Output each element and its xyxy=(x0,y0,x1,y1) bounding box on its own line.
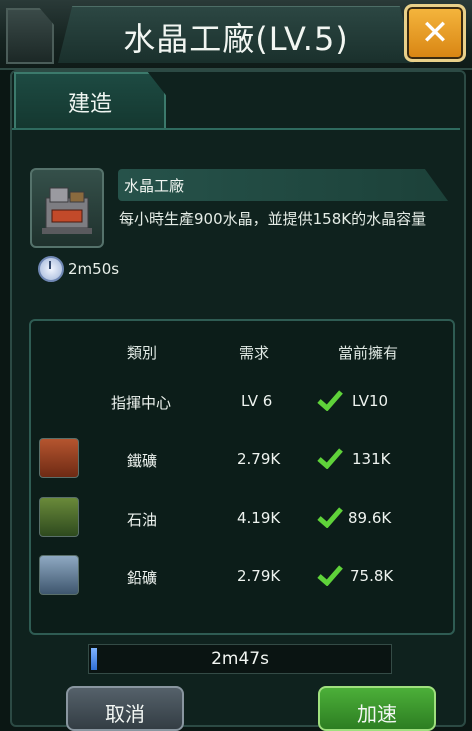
row-label: 鐵礦 xyxy=(127,452,158,470)
check-icon xyxy=(317,390,343,411)
header-required: 需求 xyxy=(239,344,270,362)
tab-build[interactable]: 建造 xyxy=(14,72,166,130)
row-label: 指揮中心 xyxy=(111,394,172,412)
tab-divider xyxy=(12,128,460,130)
check-icon xyxy=(317,507,343,528)
row-required: LV 6 xyxy=(241,392,273,410)
title-bar: 水晶工廠(LV.5) ✕ xyxy=(0,0,472,70)
close-button[interactable]: ✕ xyxy=(404,4,466,62)
check-icon xyxy=(317,448,343,469)
building-description: 每小時生產900水晶，並提供158K的水晶容量 xyxy=(119,210,427,228)
row-label: 鉛礦 xyxy=(127,569,158,587)
crystal-factory-icon xyxy=(30,168,104,248)
lead-ore-icon xyxy=(39,555,79,595)
build-time: 2m50s xyxy=(68,260,120,278)
iron-ore-icon xyxy=(39,438,79,478)
requirements-table xyxy=(29,319,455,635)
building-name: 水晶工廠 xyxy=(124,177,185,195)
speedup-button[interactable]: 加速 xyxy=(318,686,436,731)
progress-time: 2m47s xyxy=(211,649,269,669)
row-current: LV10 xyxy=(352,392,389,410)
row-required: 2.79K xyxy=(237,567,281,585)
row-required: 2.79K xyxy=(237,450,281,468)
building-dialog: 水晶工廠(LV.5) ✕ 建造 2m50s 水晶工廠 每小時生產900水晶，並提… xyxy=(0,0,472,731)
build-timer: 2m50s xyxy=(38,256,119,282)
row-current: 89.6K xyxy=(348,509,392,527)
header-category: 類別 xyxy=(127,344,158,362)
close-icon: ✕ xyxy=(420,13,450,53)
cancel-button[interactable]: 取消 xyxy=(66,686,184,731)
dialog-title: 水晶工廠(LV.5) xyxy=(123,20,349,58)
oil-icon xyxy=(39,497,79,537)
check-icon xyxy=(317,565,343,586)
build-progress-bar: 2m47s xyxy=(88,644,392,674)
header-current: 當前擁有 xyxy=(338,344,399,362)
row-current: 131K xyxy=(352,450,391,468)
row-current: 75.8K xyxy=(350,567,394,585)
row-required: 4.19K xyxy=(237,509,281,527)
clock-icon xyxy=(38,256,64,282)
row-label: 石油 xyxy=(127,511,158,529)
